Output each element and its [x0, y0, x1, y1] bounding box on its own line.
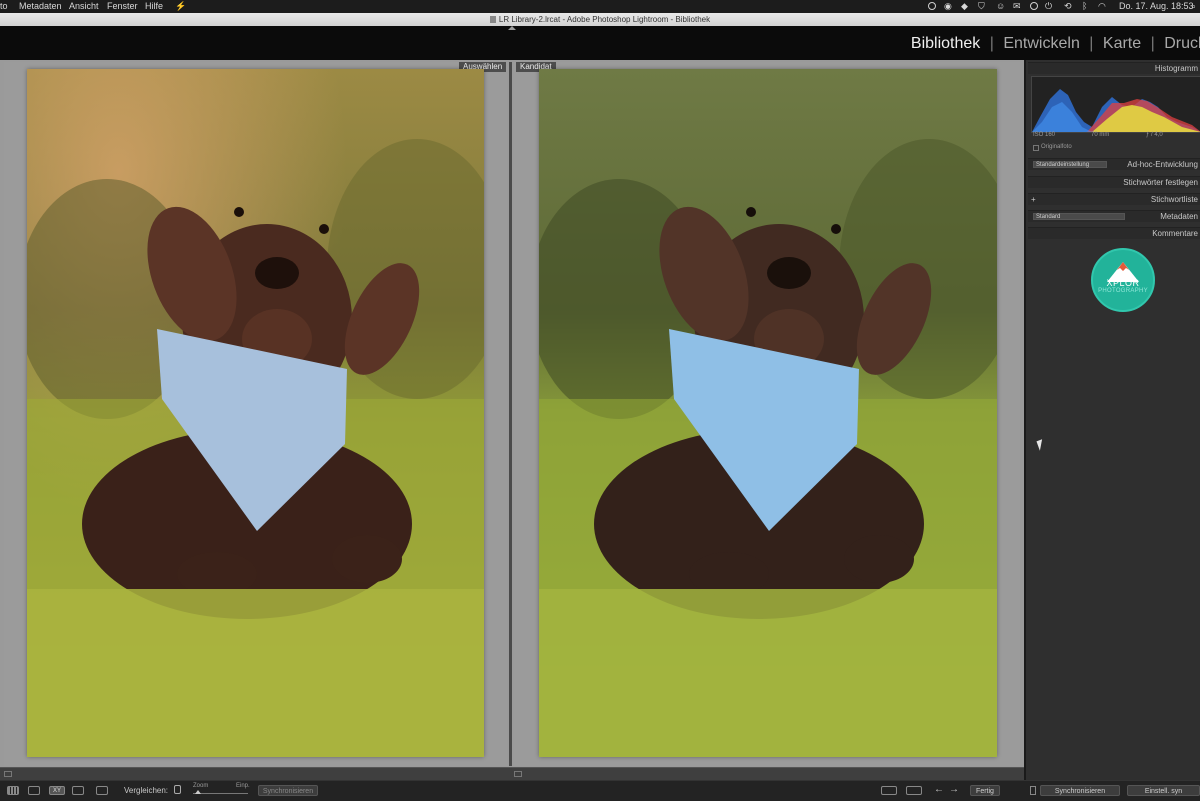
- module-separator: |: [1150, 35, 1155, 52]
- bottom-toolbar: XY Vergleichen: Zoom Einp. Synchronisier…: [0, 780, 1200, 801]
- power-icon[interactable]: ⏻: [1045, 1, 1052, 12]
- quick-develop-title: Ad-hoc-Entwicklung: [1127, 160, 1198, 169]
- menu-clock[interactable]: Do. 17. Aug. 18:53: [1119, 1, 1194, 11]
- xplor-logo: XPLOR PHOTOGRAPHY: [1091, 248, 1155, 312]
- done-button[interactable]: Fertig: [970, 785, 1000, 796]
- module-develop[interactable]: Entwickeln: [1003, 35, 1079, 53]
- panel-toggle-icon[interactable]: [4, 771, 12, 777]
- wifi-icon[interactable]: ◠: [1098, 1, 1106, 12]
- module-separator: |: [1089, 35, 1094, 52]
- metadata-title: Metadaten: [1160, 212, 1198, 221]
- keyword-list-title: Stichwortliste: [1150, 195, 1198, 204]
- histogram-aperture: ƒ / 4,0: [1146, 132, 1163, 138]
- sync-focus-button[interactable]: Synchronisieren: [258, 785, 318, 796]
- quick-develop-preset-select[interactable]: Standardeinstellung: [1033, 161, 1107, 168]
- zoom-label: Zoom: [193, 783, 209, 789]
- filmstrip-bar: [0, 767, 1024, 781]
- swap-icon[interactable]: [881, 786, 897, 795]
- original-photo-label: Originalfoto: [1041, 144, 1072, 150]
- record-icon[interactable]: [928, 2, 936, 10]
- histogram-focal: 70 mm: [1091, 132, 1110, 138]
- pane-divider: [509, 62, 512, 766]
- loupe-view-icon[interactable]: [28, 786, 40, 795]
- histogram-header[interactable]: Histogramm: [1028, 62, 1200, 74]
- mac-menu-bar: to Metadaten Ansicht Fenster Hilfe ⚡ ◉ ◆…: [0, 0, 1200, 13]
- spotlight-icon[interactable]: ⌕: [1191, 1, 1196, 12]
- candidate-photo-image: [539, 69, 997, 757]
- notification-icon[interactable]: ✉: [1013, 1, 1021, 12]
- bluetooth-icon[interactable]: ᛒ: [1082, 1, 1087, 11]
- logo-title: XPLOR: [1106, 278, 1140, 288]
- sync-button[interactable]: Synchronisieren: [1040, 785, 1120, 796]
- menu-item-view[interactable]: Ansicht: [69, 1, 99, 11]
- panel-toggle-icon[interactable]: [514, 771, 522, 777]
- select-photo[interactable]: [27, 69, 484, 757]
- survey-view-icon[interactable]: [72, 786, 84, 795]
- zoom-value: Einp.: [236, 783, 250, 789]
- menu-item-window[interactable]: Fenster: [107, 1, 138, 11]
- shield-icon[interactable]: ⛉: [978, 1, 985, 12]
- module-picker: Bibliothek | Entwickeln | Karte | Druck: [0, 26, 1200, 60]
- candidate-photo[interactable]: [539, 69, 997, 757]
- status-icon-a[interactable]: ◉: [944, 1, 952, 12]
- zoom-slider-thumb[interactable]: [195, 790, 201, 794]
- dropbox-icon[interactable]: ◆: [961, 1, 968, 12]
- collapse-top-panel-icon[interactable]: [508, 26, 516, 30]
- lightning-icon[interactable]: ⚡: [175, 1, 186, 12]
- sync-toggle-icon[interactable]: [1030, 786, 1036, 795]
- user-icon[interactable]: ☺: [996, 1, 1005, 11]
- histogram: [1031, 76, 1200, 133]
- window-title-bar: LR Library-2.lrcat - Adobe Photoshop Lig…: [0, 13, 1200, 26]
- grid-view-icon[interactable]: [7, 786, 19, 795]
- make-select-icon[interactable]: [906, 786, 922, 795]
- circle-icon[interactable]: [1030, 2, 1038, 10]
- module-map[interactable]: Karte: [1103, 35, 1141, 53]
- select-photo-image: [27, 69, 484, 757]
- window-document-icon: [489, 16, 496, 23]
- lock-icon[interactable]: [174, 785, 181, 794]
- comments-header[interactable]: Kommentare: [1028, 227, 1200, 239]
- keyword-list-header[interactable]: + Stichwortliste: [1028, 193, 1200, 205]
- people-view-icon[interactable]: [96, 786, 108, 795]
- keywording-header[interactable]: Stichwörter festlegen: [1028, 176, 1200, 188]
- histogram-info: ISO 160 70 mm ƒ / 4,0: [1031, 132, 1200, 140]
- histogram-graph: [1032, 89, 1200, 132]
- menu-item-file[interactable]: to: [0, 1, 8, 11]
- menu-item-metadata[interactable]: Metadaten: [19, 1, 62, 11]
- module-print[interactable]: Druck: [1164, 35, 1200, 53]
- module-library[interactable]: Bibliothek: [911, 35, 980, 53]
- sync-settings-button[interactable]: Einstell. syn: [1127, 785, 1200, 796]
- keyword-list-add-icon[interactable]: +: [1031, 194, 1036, 206]
- menu-item-help[interactable]: Hilfe: [145, 1, 163, 11]
- original-photo-checkbox[interactable]: [1033, 145, 1039, 151]
- window-title: LR Library-2.lrcat - Adobe Photoshop Lig…: [498, 15, 711, 24]
- zoom-slider[interactable]: [193, 793, 248, 794]
- compare-view-icon[interactable]: XY: [49, 786, 65, 795]
- arrow-left-icon[interactable]: ←: [934, 784, 944, 795]
- module-separator: |: [989, 35, 994, 52]
- logo-subtitle: PHOTOGRAPHY: [1098, 288, 1148, 294]
- time-machine-icon[interactable]: ⟲: [1064, 1, 1072, 12]
- histogram-iso: ISO 160: [1033, 132, 1056, 138]
- compare-label: Vergleichen:: [124, 786, 169, 795]
- metadata-preset-select[interactable]: Standard: [1033, 213, 1125, 220]
- arrow-right-icon[interactable]: →: [949, 784, 959, 795]
